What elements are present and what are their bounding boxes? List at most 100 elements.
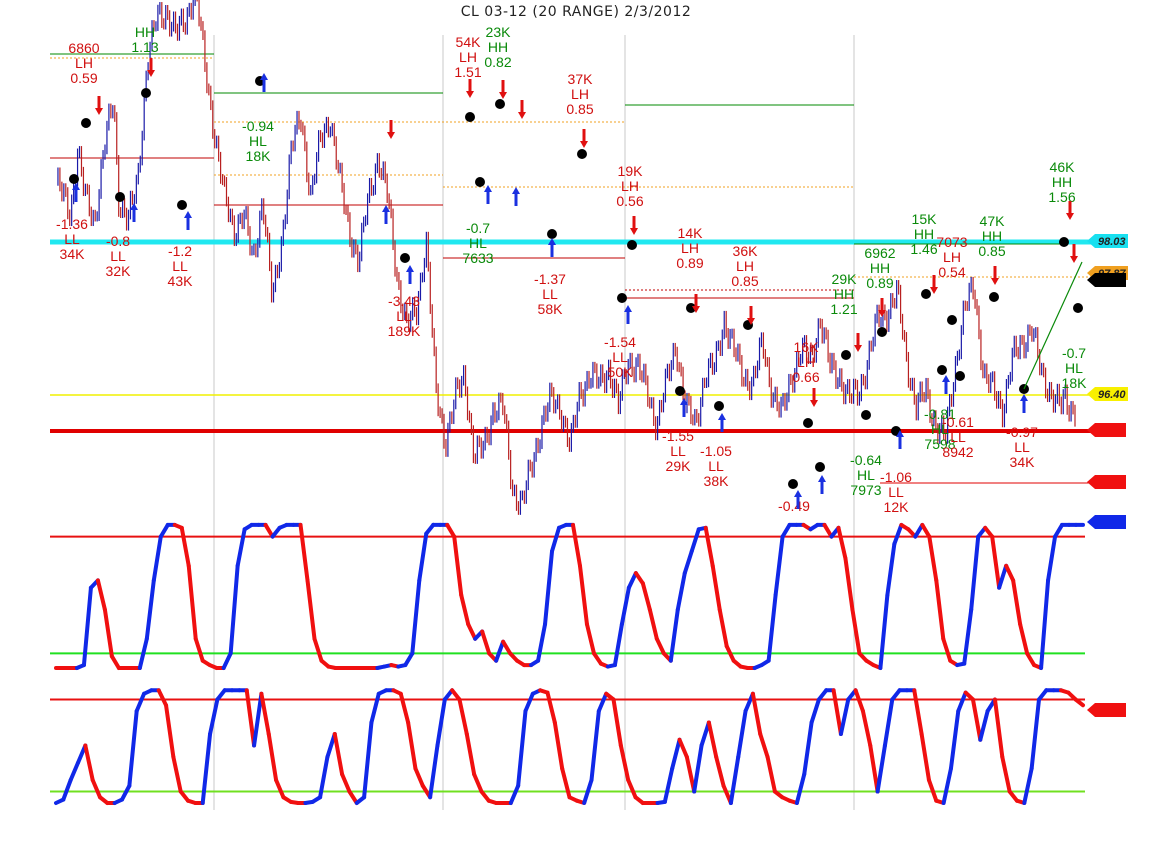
oscillator-segment xyxy=(61,778,73,802)
swing-label-line: LH xyxy=(681,240,699,256)
down-arrow-head xyxy=(580,141,588,148)
oscillator-segment xyxy=(626,778,638,800)
swing-label-line: LH xyxy=(736,258,754,274)
marker-tag xyxy=(1087,423,1126,437)
swing-label: -0.64HL7973 xyxy=(850,452,882,498)
oscillator-segment xyxy=(102,607,114,659)
swing-label: 14KLH0.89 xyxy=(676,225,703,271)
swing-label-line: 7073 xyxy=(936,234,967,250)
marker-tag xyxy=(1087,703,1126,717)
swing-label-line: LL xyxy=(64,231,80,247)
oscillator-segment xyxy=(978,709,990,742)
oscillator-segment xyxy=(171,755,183,794)
oscillator-segment xyxy=(550,525,562,554)
oscillator-segment xyxy=(156,688,169,708)
swing-dot xyxy=(947,315,957,325)
swing-label: -0.49 xyxy=(778,498,810,514)
oscillator-segment xyxy=(773,534,785,597)
swing-label-line: 14K xyxy=(678,225,704,241)
swing-label: 6962HH0.89 xyxy=(864,245,895,291)
oscillator-segment xyxy=(406,720,418,771)
oscillator-segment xyxy=(675,571,687,612)
oscillator-segment xyxy=(962,607,974,666)
oscillator-segment xyxy=(589,709,601,782)
swing-label-line: 50K xyxy=(608,364,634,380)
oscillator-segment xyxy=(926,778,939,803)
swing-label-line: LL xyxy=(670,443,686,459)
up-arrow-head xyxy=(484,185,492,192)
swing-label: 23KHH0.82 xyxy=(484,24,511,70)
oscillator-segment xyxy=(736,709,748,759)
swing-label-line: 12K xyxy=(884,499,910,515)
oscillator-segment xyxy=(158,522,170,539)
oscillator-segment xyxy=(90,778,103,800)
swing-label-line: -0.61 xyxy=(942,414,974,430)
swing-label-line: -1.37 xyxy=(534,271,566,287)
oscillator-segment xyxy=(1039,578,1051,670)
oscillator-segment xyxy=(882,697,895,748)
swing-label-line: -1.54 xyxy=(604,334,636,350)
down-arrow-head xyxy=(810,400,818,407)
swing-dot xyxy=(475,177,485,187)
swing-label-line: 6860 xyxy=(68,40,99,56)
down-arrow-head xyxy=(630,228,638,235)
swing-label-line: HH xyxy=(488,39,508,55)
oscillator-segment xyxy=(545,690,557,725)
swing-label-line: 0.89 xyxy=(866,275,893,291)
swing-dot xyxy=(861,410,871,420)
swing-label-line: LH xyxy=(943,249,961,265)
oscillator-segment xyxy=(494,639,506,663)
oscillator-segment xyxy=(596,691,609,713)
down-arrow-head xyxy=(930,287,938,294)
down-arrow-head xyxy=(518,112,526,119)
down-arrow-head xyxy=(991,278,999,285)
oscillator-segment xyxy=(151,534,163,583)
up-arrow-head xyxy=(130,203,138,210)
oscillator-segment xyxy=(878,593,890,670)
oscillator-segment xyxy=(134,691,147,713)
oscillator-segment xyxy=(127,709,139,788)
marker-tag xyxy=(1087,273,1126,287)
swing-label-line: LL xyxy=(950,429,966,445)
swing-dot xyxy=(69,174,79,184)
oscillator-segment xyxy=(853,688,865,713)
swing-label-line: LH xyxy=(75,55,93,71)
swing-label-line: 0.85 xyxy=(566,101,593,117)
oscillator-segment xyxy=(109,654,121,670)
swing-label-line: 34K xyxy=(1010,454,1036,470)
oscillator-segment xyxy=(970,697,983,742)
oscillator-segment xyxy=(836,525,848,561)
swing-label-line: 7973 xyxy=(850,482,881,498)
chart-canvas: 6860LH0.59HH1.13-1.36LL34K-0.8LL32K-1.2L… xyxy=(50,0,1128,810)
oscillator-segment xyxy=(417,531,429,583)
swing-label: -1.36LL34K xyxy=(56,216,88,262)
oscillator-segment xyxy=(200,732,213,805)
down-arrow-head xyxy=(387,132,395,139)
oscillator-segment xyxy=(765,755,777,794)
swing-label-line: LL xyxy=(172,258,188,274)
oscillator-segment xyxy=(193,636,205,663)
swing-dot xyxy=(1073,303,1083,313)
oscillator-segment xyxy=(948,709,961,771)
up-arrow-head xyxy=(942,375,950,382)
oscillator-segment xyxy=(332,732,345,777)
oscillator-segment xyxy=(560,766,572,800)
oscillator-segment xyxy=(662,766,675,804)
swing-label-line: 54K xyxy=(456,34,482,50)
swing-label-line: 36K xyxy=(733,243,759,259)
swing-label-line: -1.55 xyxy=(662,428,694,444)
oscillator-segment xyxy=(689,527,701,554)
oscillator-segment xyxy=(274,778,286,800)
swing-label: -1.55LL29K xyxy=(662,428,694,474)
swing-label-line: 29K xyxy=(666,458,692,474)
oscillator-segment xyxy=(802,720,814,777)
oscillator-segment xyxy=(1053,522,1065,539)
down-arrow-head xyxy=(1066,213,1074,220)
oscillator-segment xyxy=(838,697,851,736)
oscillator-segment xyxy=(626,571,638,590)
swing-label-line: 1.46 xyxy=(910,241,937,257)
up-arrow-head xyxy=(818,475,826,482)
swing-dot xyxy=(803,418,813,428)
oscillator-segment xyxy=(612,622,624,668)
oscillator-segment xyxy=(850,607,862,656)
